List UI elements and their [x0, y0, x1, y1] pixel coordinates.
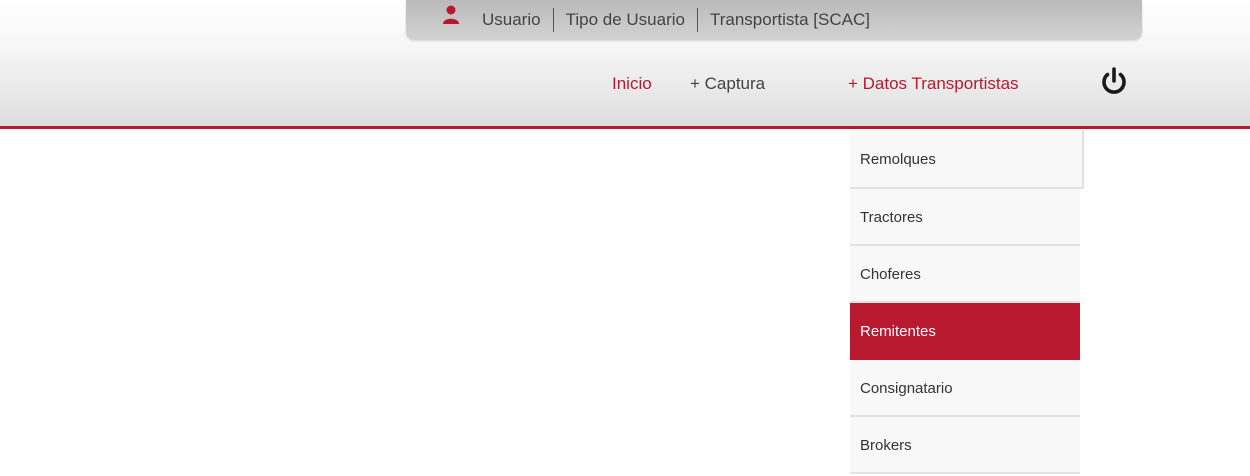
- menu-item-remolques[interactable]: Remolques: [850, 130, 1084, 189]
- menu-item-brokers[interactable]: Brokers: [850, 417, 1080, 474]
- main-nav: Inicio + Captura + Datos Transportistas: [0, 66, 1250, 102]
- menu-item-consignatario[interactable]: Consignatario: [850, 360, 1080, 417]
- nav-captura[interactable]: + Captura: [690, 66, 765, 102]
- user-label: Usuario: [482, 10, 541, 29]
- power-icon[interactable]: [1096, 64, 1132, 100]
- user-type-label: Tipo de Usuario: [565, 10, 685, 29]
- menu-item-remitentes[interactable]: Remitentes: [850, 303, 1080, 360]
- page: Usuario Tipo de Usuario Transportista [S…: [0, 0, 1250, 476]
- nav-inicio[interactable]: Inicio: [612, 66, 652, 102]
- menu-item-tractores[interactable]: Tractores: [850, 189, 1080, 246]
- separator: [696, 8, 698, 32]
- header-divider: [0, 126, 1250, 129]
- nav-datos-transportistas[interactable]: + Datos Transportistas: [848, 66, 1019, 102]
- user-info-content: Usuario Tipo de Usuario Transportista [S…: [442, 0, 870, 40]
- menu-item-choferes[interactable]: Choferes: [850, 246, 1080, 303]
- carrier-label: Transportista [SCAC]: [709, 10, 870, 29]
- user-icon: [442, 5, 460, 25]
- separator: [552, 8, 554, 32]
- datos-transportistas-dropdown: Remolques Tractores Choferes Remitentes …: [850, 130, 1084, 474]
- user-info-bar: Usuario Tipo de Usuario Transportista [S…: [406, 0, 1142, 40]
